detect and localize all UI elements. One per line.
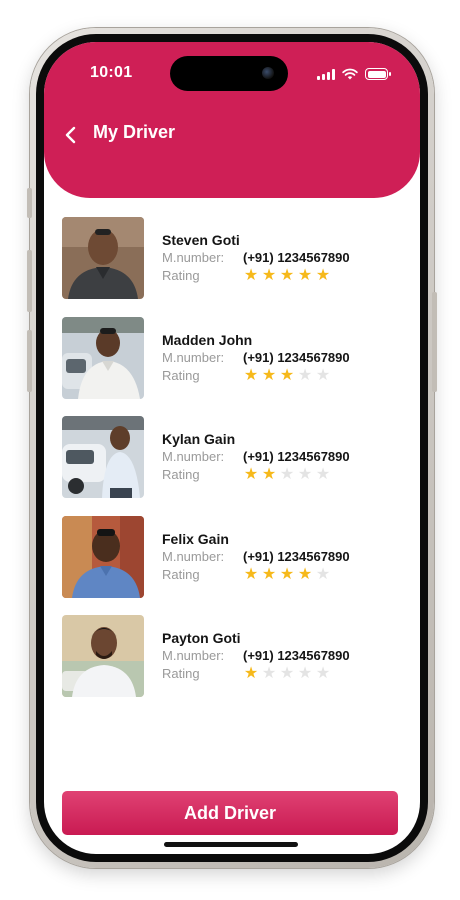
camera-icon bbox=[262, 67, 274, 79]
star-empty-icon: ★ bbox=[315, 565, 331, 583]
star-filled-icon: ★ bbox=[243, 267, 259, 284]
mobile-row: M.number: (+91) 1234567890 bbox=[162, 249, 350, 267]
driver-card[interactable]: Madden John M.number: (+91) 1234567890 R… bbox=[62, 316, 402, 417]
star-filled-icon: ★ bbox=[297, 565, 313, 583]
star-filled-icon: ★ bbox=[261, 466, 277, 483]
star-empty-icon: ★ bbox=[279, 665, 295, 682]
driver-card[interactable]: Felix Gain M.number: (+91) 1234567890 Ra… bbox=[62, 515, 402, 616]
driver-name: Felix Gain bbox=[162, 530, 229, 547]
rating-stars: ★ ★ ★ ★ ★ bbox=[243, 565, 331, 583]
rating-row: Rating ★ ★ ★ ★ ★ bbox=[162, 367, 350, 385]
volume-down-button bbox=[27, 330, 32, 392]
star-filled-icon: ★ bbox=[279, 366, 295, 384]
driver-avatar bbox=[62, 316, 144, 399]
star-empty-icon: ★ bbox=[297, 366, 313, 384]
mobile-label: M.number: bbox=[162, 349, 225, 365]
driver-info: Madden John M.number: (+91) 1234567890 R… bbox=[162, 317, 350, 385]
add-driver-button[interactable]: Add Driver bbox=[62, 791, 398, 835]
rating-label: Rating bbox=[162, 367, 200, 383]
rating-stars: ★ ★ ★ ★ ★ bbox=[243, 467, 331, 483]
driver-name: Payton Goti bbox=[162, 630, 241, 646]
star-empty-icon: ★ bbox=[261, 665, 277, 682]
star-filled-icon: ★ bbox=[261, 565, 277, 583]
driver-name: Steven Goti bbox=[162, 232, 240, 248]
driver-name: Kylan Gain bbox=[162, 431, 236, 447]
driver-avatar bbox=[62, 217, 144, 299]
mobile-label: M.number: bbox=[162, 250, 225, 265]
driver-card[interactable]: Kylan Gain M.number: (+91) 1234567890 Ra… bbox=[62, 416, 402, 516]
mobile-label: M.number: bbox=[162, 449, 225, 464]
star-empty-icon: ★ bbox=[315, 665, 331, 682]
app-header: 10:01 My Driver bbox=[44, 42, 420, 198]
status-icons bbox=[317, 68, 391, 80]
mobile-number: (+91) 1234567890 bbox=[243, 648, 350, 663]
back-button[interactable] bbox=[56, 120, 86, 150]
rating-row: Rating ★ ★ ★ ★ ★ bbox=[162, 566, 350, 584]
driver-name: Madden John bbox=[162, 331, 253, 348]
mobile-row: M.number: (+91) 1234567890 bbox=[162, 349, 350, 367]
star-empty-icon: ★ bbox=[279, 466, 295, 483]
driver-info: Kylan Gain M.number: (+91) 1234567890 Ra… bbox=[162, 416, 350, 484]
mobile-label: M.number: bbox=[162, 648, 225, 663]
volume-up-button bbox=[27, 250, 32, 312]
star-filled-icon: ★ bbox=[279, 267, 295, 284]
power-button bbox=[432, 292, 437, 392]
star-filled-icon: ★ bbox=[261, 267, 277, 284]
star-filled-icon: ★ bbox=[261, 366, 277, 384]
rating-label: Rating bbox=[162, 467, 200, 482]
driver-info: Felix Gain M.number: (+91) 1234567890 Ra… bbox=[162, 516, 350, 584]
star-filled-icon: ★ bbox=[243, 466, 259, 483]
star-empty-icon: ★ bbox=[297, 665, 313, 682]
home-indicator bbox=[164, 842, 298, 847]
chevron-left-icon bbox=[65, 126, 76, 144]
driver-avatar bbox=[62, 416, 144, 498]
page-title: My Driver bbox=[93, 122, 176, 142]
driver-avatar bbox=[62, 515, 144, 598]
driver-info: Payton Goti M.number: (+91) 1234567890 R… bbox=[162, 615, 350, 683]
mobile-number: (+91) 1234567890 bbox=[243, 250, 350, 265]
rating-stars: ★ ★ ★ ★ ★ bbox=[243, 366, 331, 384]
rating-row: Rating ★ ★ ★ ★ ★ bbox=[162, 267, 350, 285]
mobile-row: M.number: (+91) 1234567890 bbox=[162, 548, 350, 566]
mobile-label: M.number: bbox=[162, 548, 225, 564]
app-screen: 10:01 My Driver Steven Goti M.number: (+… bbox=[44, 42, 420, 854]
mobile-row: M.number: (+91) 1234567890 bbox=[162, 448, 350, 466]
mobile-number: (+91) 1234567890 bbox=[243, 349, 350, 365]
star-empty-icon: ★ bbox=[315, 466, 331, 483]
star-filled-icon: ★ bbox=[315, 267, 331, 284]
status-time: 10:01 bbox=[90, 64, 133, 81]
star-filled-icon: ★ bbox=[297, 267, 313, 284]
star-filled-icon: ★ bbox=[243, 665, 259, 682]
star-filled-icon: ★ bbox=[279, 565, 295, 583]
rating-stars: ★ ★ ★ ★ ★ bbox=[243, 666, 331, 682]
dynamic-island bbox=[170, 56, 288, 91]
action-button bbox=[27, 188, 32, 218]
mobile-number: (+91) 1234567890 bbox=[243, 449, 350, 464]
rating-row: Rating ★ ★ ★ ★ ★ bbox=[162, 466, 350, 484]
nav-bar: My Driver bbox=[44, 116, 420, 156]
star-filled-icon: ★ bbox=[243, 565, 259, 583]
mobile-row: M.number: (+91) 1234567890 bbox=[162, 647, 350, 665]
rating-label: Rating bbox=[162, 268, 200, 283]
driver-card[interactable]: Steven Goti M.number: (+91) 1234567890 R… bbox=[62, 217, 402, 317]
driver-card[interactable]: Payton Goti M.number: (+91) 1234567890 R… bbox=[62, 615, 402, 715]
driver-info: Steven Goti M.number: (+91) 1234567890 R… bbox=[162, 217, 350, 285]
rating-stars: ★ ★ ★ ★ ★ bbox=[243, 268, 331, 284]
star-empty-icon: ★ bbox=[297, 466, 313, 483]
cellular-signal-icon bbox=[317, 68, 335, 80]
driver-list: Steven Goti M.number: (+91) 1234567890 R… bbox=[62, 217, 402, 715]
star-empty-icon: ★ bbox=[315, 366, 331, 384]
mobile-number: (+91) 1234567890 bbox=[243, 548, 350, 564]
rating-label: Rating bbox=[162, 566, 200, 582]
rating-row: Rating ★ ★ ★ ★ ★ bbox=[162, 665, 350, 683]
star-filled-icon: ★ bbox=[243, 366, 259, 384]
rating-label: Rating bbox=[162, 666, 200, 681]
status-bar: 10:01 bbox=[44, 42, 420, 106]
driver-avatar bbox=[62, 615, 144, 697]
battery-icon bbox=[365, 68, 391, 80]
wifi-icon bbox=[342, 68, 358, 80]
